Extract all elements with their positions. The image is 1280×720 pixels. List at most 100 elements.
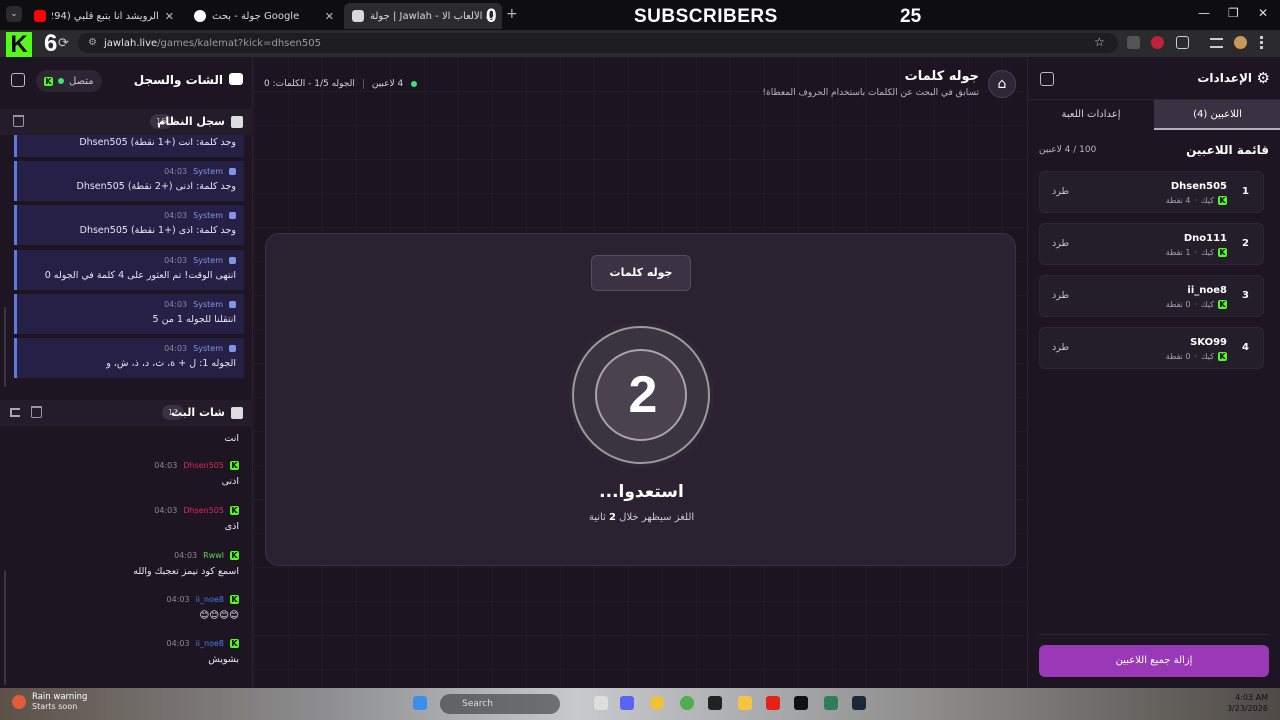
start-icon[interactable] [413,696,427,710]
system-message-text: Dhsen505 وجد كلمة: اذى (+1 نقطة) [79,225,236,236]
chat-message: 04:03 ii_noe8 K بشويش [19,639,239,665]
site-info-icon[interactable]: ⚙ [88,37,100,49]
page-content: K متصل الشات والسجل 16 سجل النظام Dhsen5… [0,57,1280,688]
collapse-panel-icon[interactable] [1040,72,1054,86]
discord-icon[interactable] [620,696,634,710]
taskbar-search[interactable]: Search [440,694,560,714]
tab-game-settings[interactable]: إعدادات اللعبة [1028,100,1154,130]
divider [362,79,364,89]
home-button[interactable]: ⌂ [988,70,1016,98]
browser-tab-youtube[interactable]: الرويشد أنا بتبع قلبي HD (294) ✕ [26,3,182,29]
system-log-list[interactable]: Dhsen505 وجد كلمة: انت (+1 نقطة) 04:03 Sy… [14,135,244,397]
message-time: 04:03 [166,639,190,648]
address-bar[interactable]: jawlah.live/games/kalemat?kick=dhsen505 [78,33,1118,53]
tray-date: 3/23/2026 [1226,704,1268,713]
reload-icon[interactable]: ⟳ [58,36,69,51]
stream-chat-header[interactable]: 12 شات البث [0,400,253,426]
system-message: 04:03 System Dhsen505 وجد كلمة: اذى (+1 ن… [14,205,244,245]
system-message-text: الجوله 1: ل + ة، ث، د، ذ، ش، و [106,358,236,369]
trash-icon[interactable] [13,115,24,127]
kick-icon: K [230,461,239,470]
tab-search-button[interactable]: ⌄ [6,6,22,22]
player-platform: كيك [1201,248,1214,257]
message-sender: System [193,344,223,353]
player-points: 4 نقطة [1165,196,1191,205]
system-log-header[interactable]: 16 سجل النظام [0,109,253,135]
stream-chat-title: شات البث [171,406,225,419]
weather-widget[interactable]: Rain warning Starts soon [12,692,87,711]
ready-heading: استعدوا... [599,482,684,502]
browser-tab-jawlah[interactable]: جولة | Jawlah - منصة الألعاب الا... [344,3,502,29]
kick-icon: K [1218,300,1227,309]
collapse-panel-icon[interactable] [11,73,25,87]
countdown-inner-ring: 2 [595,349,687,441]
tab-close-icon[interactable]: ✕ [325,10,334,23]
message-time: 04:03 [166,595,190,604]
stream-chat-scrollbar[interactable] [4,570,6,685]
google-icon [194,10,206,22]
trash-icon[interactable] [31,406,42,418]
extension-icon[interactable] [1127,36,1140,49]
ready-sub-seconds: 2 [609,512,616,523]
stream-chat-icon [231,407,243,419]
system-message-text: Dhsen505 وجد كلمة: انت (+1 نقطة) [79,137,236,148]
system-log-scrollbar[interactable] [4,307,6,387]
tab-players[interactable]: اللاعبين (4) [1154,100,1280,130]
kick-icon: K [1218,196,1227,205]
minimize-button[interactable]: — [1198,6,1210,20]
kick-player-button[interactable]: طرد [1052,238,1069,249]
round-label-button[interactable]: جوله كلمات [591,255,691,291]
system-message: 04:03 System Dhsen505 وجد كلمة: ادنى (+2 … [14,161,244,201]
player-points: 1 نقطة [1165,248,1191,257]
task-view-icon[interactable] [594,696,608,710]
new-tab-button[interactable]: + [506,6,518,22]
tab-close-icon[interactable]: ✕ [165,10,174,23]
chat-bubble-icon [229,73,243,85]
overlay-subscribers-count: 25 [900,6,922,27]
align-icon[interactable] [10,408,20,417]
app-icon[interactable] [766,696,780,710]
stream-chat-list[interactable]: انت 04:03 Dhsen505 K ادنى 04:03 Dhsen505 K ا… [0,431,253,688]
app-icon[interactable] [708,696,722,710]
game-subtitle: تسابق في البحث عن الكلمات باستخدام الحرو… [762,88,979,98]
extension-record-icon[interactable] [1151,36,1164,49]
maximize-button[interactable]: ❐ [1228,6,1239,20]
chrome-icon[interactable] [680,696,694,710]
bullet: · [1194,248,1198,257]
app-icon[interactable] [824,696,838,710]
message-time: 04:03 [164,211,188,220]
chat-username[interactable]: Rwwl [203,551,224,560]
player-points: 0 نقطة [1165,300,1191,309]
player-card: 3 ii_noe8 K كيك · 0 نقطة طرد [1039,275,1264,317]
countdown-ring: 2 [572,326,710,464]
settings-title: الإعدادات [1197,71,1252,85]
remove-all-players-button[interactable]: إزالة جميع اللاعبين [1039,645,1269,677]
url-path: /games/kalemat?kick=dhsen505 [157,37,321,49]
chat-message: انت [19,433,239,444]
players-heading: قائمة اللاعبين [1186,143,1269,157]
media-control-icon[interactable] [1210,38,1223,48]
bullet: · [1194,300,1198,309]
close-window-button[interactable]: ✕ [1258,6,1268,20]
tiktok-icon[interactable] [794,696,808,710]
browser-tab-google[interactable]: جولة - بحث Google ✕ [186,3,342,29]
kick-player-button[interactable]: طرد [1052,290,1069,301]
kick-player-button[interactable]: طرد [1052,342,1069,353]
kick-player-button[interactable]: طرد [1052,186,1069,197]
chat-username[interactable]: Dhsen505 [183,461,224,470]
profile-avatar[interactable] [1234,36,1247,49]
countdown-number: 2 [628,366,658,424]
chat-username[interactable]: ii_noe8 [196,639,224,648]
app-icon[interactable] [650,696,664,710]
browser-titlebar: ⌄ الرويشد أنا بتبع قلبي HD (294) ✕ جولة … [0,0,1280,30]
chat-username[interactable]: ii_noe8 [196,595,224,604]
overlay-subscribers-label: SUBSCRIBERS [634,6,778,27]
chat-username[interactable]: Dhsen505 [183,506,224,515]
steam-icon[interactable] [852,696,866,710]
browser-menu-icon[interactable] [1260,36,1264,49]
extensions-puzzle-icon[interactable] [1176,36,1189,49]
file-explorer-icon[interactable] [738,696,752,710]
bookmark-star-icon[interactable]: ☆ [1094,35,1105,49]
player-name: Dno111 [1183,233,1227,244]
tray-clock[interactable]: 4:03 AM 3/23/2026 [1227,692,1268,714]
